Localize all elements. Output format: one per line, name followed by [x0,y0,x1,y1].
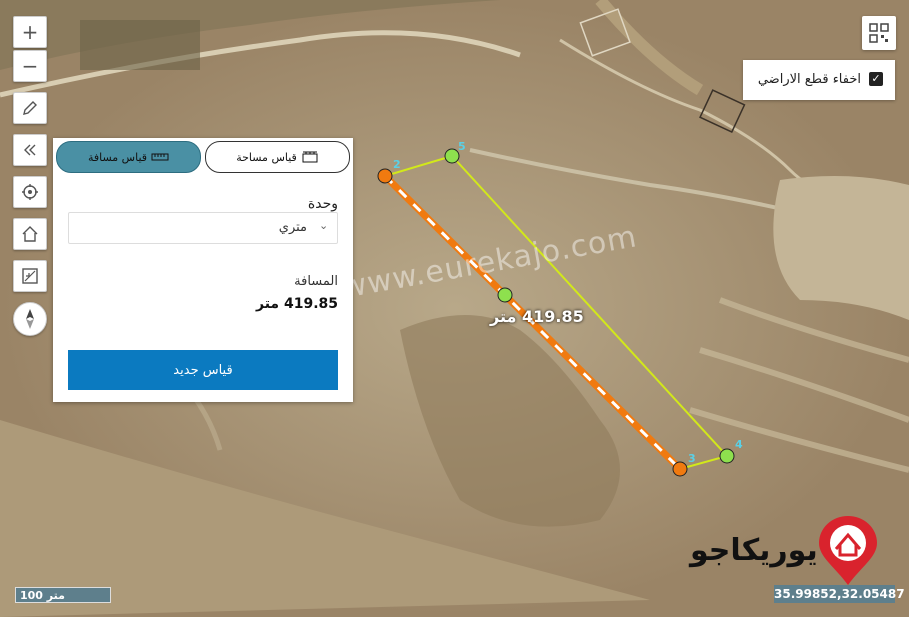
home-icon [22,226,38,242]
unit-label: وحدة [307,196,338,212]
measure-icon [22,268,38,284]
locate-icon [22,184,38,200]
draw-button[interactable] [13,92,47,124]
collapse-panel-button[interactable] [13,134,47,166]
tab-area-label: قياس مساحة [236,150,297,164]
pencil-icon [23,101,37,115]
vertex-mid [497,287,513,303]
hide-parcels-toggle[interactable]: ✓ اخفاء قطع الاراضي [743,60,895,100]
minus-icon: − [21,54,39,78]
distance-label: المسافة [294,274,338,289]
collapse-icon [24,144,36,156]
plus-icon: + [21,20,39,44]
distance-value: 419.85 متر [256,296,338,312]
unit-select[interactable]: متري ⌄ [68,212,338,244]
vertex-2 [444,148,460,164]
zoom-in-button[interactable]: + [13,16,47,48]
compass-button[interactable] [13,302,47,336]
locate-button[interactable] [13,176,47,208]
new-measure-button[interactable]: قياس جديد [68,350,338,390]
qr-button[interactable] [862,16,896,50]
qr-icon [869,23,889,43]
point-label-3: 3 [688,452,696,465]
area-icon [302,151,318,163]
logo-text: يوريكاجو [690,533,819,568]
home-button[interactable] [13,218,47,250]
logo-pin-icon [819,516,877,585]
point-label-2: 2 [393,158,401,171]
hide-parcels-label: اخفاء قطع الاراضي [757,72,861,87]
vertex-4 [672,461,688,477]
measure-tool-button[interactable] [13,260,47,292]
point-label-4: 4 [735,438,743,451]
map-distance-label: 419.85 متر [490,307,584,326]
vertex-1 [377,168,393,184]
chevron-down-icon: ⌄ [319,219,329,232]
coordinates-readout: 35.99852,32.05487 [774,585,905,603]
tab-area[interactable]: قياس مساحة [205,141,350,173]
tab-distance[interactable]: قياس مسافة [56,141,201,173]
compass-icon [26,309,34,329]
tab-distance-label: قياس مسافة [87,150,148,164]
point-label-5: 5 [458,140,466,153]
vertex-3 [719,448,735,464]
scale-bar: 100 متر [15,587,111,603]
unit-select-value: متري [278,220,307,235]
measure-panel: قياس مسافة قياس مساحة وحدة متري ⌄ المساف… [53,138,353,402]
checkbox-checked-icon[interactable]: ✓ [869,72,883,86]
ruler-icon [151,153,169,161]
zoom-out-button[interactable]: − [13,50,47,82]
